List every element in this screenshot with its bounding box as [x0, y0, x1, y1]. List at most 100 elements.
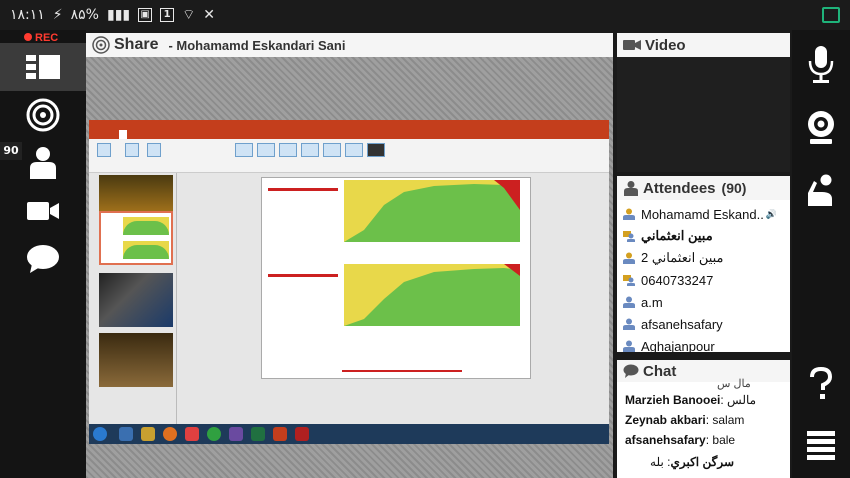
taskbar-app-icon	[141, 427, 155, 441]
ppt-ribbon	[89, 139, 609, 173]
video-button[interactable]	[0, 187, 86, 235]
taskbar-app-icon	[185, 427, 199, 441]
menu-button[interactable]	[792, 418, 850, 474]
share-pod-button[interactable]	[0, 91, 86, 139]
host-icon	[623, 208, 635, 220]
share-title: Share	[114, 36, 159, 53]
attendees-pod: Attendees (90) Mohamamd Eskand.. 🔊 مبين …	[617, 176, 790, 352]
chat-message: afsanehsafary: bale	[625, 433, 736, 447]
excel-icon	[251, 427, 265, 441]
share-header: Share - Mohamamd Eskandari Sani	[86, 33, 613, 57]
chat-pod: Chat مال س Marzieh Banooei: مالس Zeynab …	[617, 360, 790, 478]
hamburger-menu-icon	[807, 431, 835, 460]
webcam-button[interactable]	[792, 100, 850, 156]
attendee-name: afsanehsafary	[641, 316, 723, 332]
attendees-button[interactable]	[0, 139, 86, 187]
chat-sender: سرگن اكبري	[670, 455, 734, 469]
shared-screen[interactable]	[89, 120, 609, 444]
status-bar: ۱۸:۱۱ ⚡ ۸۵% ▮▮▮ ▣ 1 ⌔ ✕	[0, 0, 850, 30]
chat-header: Chat	[617, 360, 790, 382]
ppt-titlebar	[89, 120, 609, 130]
presenter-icon	[623, 274, 635, 286]
slide-thumbnail	[99, 273, 173, 327]
chat-message: Marzieh Banooei: مالس	[625, 393, 757, 407]
screen-mirror-icon	[822, 7, 840, 23]
attendee-name: مبين انعثماني 2	[641, 250, 724, 265]
attendee-name: a.m	[641, 294, 663, 310]
attendee-row[interactable]: afsanehsafary	[623, 314, 723, 334]
person-icon	[624, 181, 638, 196]
slide-chart	[344, 264, 520, 326]
area-chart-shape	[344, 264, 520, 326]
chat-message: Zeynab akbari: salam	[625, 413, 745, 427]
powerpoint-icon	[273, 427, 287, 441]
layout-button[interactable]	[0, 43, 86, 91]
taskbar-app-icon	[119, 427, 133, 441]
screenshot-icon: ▣	[138, 8, 153, 22]
start-button-icon	[93, 427, 107, 441]
attendee-row[interactable]: Aghajanpour	[623, 336, 715, 352]
chat-message: سرگن اكبري: بله	[650, 455, 734, 469]
ppt-slide-thumbnails	[89, 173, 177, 431]
ppt-workspace	[89, 173, 609, 431]
area-chart-shape	[344, 180, 520, 242]
attendee-name: Mohamamd Eskand..	[641, 206, 764, 222]
attendee-row[interactable]: 0640733247	[623, 270, 713, 290]
slide-text-red	[268, 274, 338, 277]
chat-bubble-icon	[623, 364, 639, 378]
video-header: Video	[617, 33, 790, 57]
ppt-ribbon-item	[301, 143, 319, 157]
chat-text: bale	[712, 433, 736, 447]
ppt-ribbon-item	[257, 143, 275, 157]
speaking-icon: 🔊	[765, 208, 778, 219]
battery-charging-icon: ⚡	[52, 7, 63, 23]
slide-text-red	[268, 188, 338, 191]
attendee-row[interactable]: مبين انعثماني 2	[623, 248, 724, 268]
slide-thumbnail	[99, 333, 173, 387]
video-pod: Video	[617, 33, 790, 172]
presenter-icon	[623, 230, 635, 242]
acrobat-icon	[295, 427, 309, 441]
ppt-ribbon-item	[97, 143, 111, 157]
share-pod: Share - Mohamamd Eskandari Sani	[86, 33, 613, 478]
help-button[interactable]	[792, 356, 850, 412]
chat-text: بله	[650, 455, 664, 469]
ppt-current-slide	[261, 177, 531, 379]
ppt-ribbon-item	[345, 143, 363, 157]
attendee-row[interactable]: a.m	[623, 292, 663, 312]
chrome-icon	[207, 427, 221, 441]
presenter-name: - Mohamamd Eskandari Sani	[168, 37, 346, 53]
participant-icon	[623, 296, 635, 308]
ppt-ribbon-item	[279, 143, 297, 157]
wifi-icon: ⌔	[182, 7, 196, 23]
raise-hand-icon	[808, 174, 832, 206]
attendee-row[interactable]: Mohamamd Eskand.. 🔊	[623, 204, 777, 224]
microphone-button[interactable]	[792, 36, 850, 92]
attendee-name: مبين انعثماني	[641, 228, 713, 243]
attendees-header: Attendees (90)	[617, 176, 790, 200]
mute-icon: ✕	[203, 7, 216, 23]
notification-count: 1	[160, 8, 175, 22]
layout-icon	[26, 55, 60, 79]
ppt-ribbon-item	[147, 143, 161, 157]
ppt-ribbon-tabs	[89, 130, 609, 139]
attendees-title: Attendees	[643, 179, 716, 197]
host-icon	[623, 252, 635, 264]
microphone-icon	[808, 46, 834, 83]
slide-thumbnail-selected	[99, 211, 173, 265]
person-icon	[30, 147, 56, 179]
record-dot-icon	[24, 33, 32, 41]
taskbar-app-icon	[229, 427, 243, 441]
chat-sender: Zeynab akbari	[625, 413, 706, 427]
raise-hand-button[interactable]	[792, 162, 850, 218]
signal-icon: ▮▮▮	[106, 7, 131, 23]
ppt-ribbon-item	[235, 143, 253, 157]
battery-level: ۸۵%	[70, 7, 99, 23]
ppt-ribbon-item	[367, 143, 385, 157]
attendee-row[interactable]: مبين انعثماني	[623, 226, 713, 246]
participant-icon	[623, 340, 635, 352]
slide-footer-text	[342, 370, 462, 372]
chat-button[interactable]	[0, 235, 86, 283]
status-time: ۱۸:۱۱	[10, 7, 45, 23]
slide-chart	[344, 180, 520, 242]
